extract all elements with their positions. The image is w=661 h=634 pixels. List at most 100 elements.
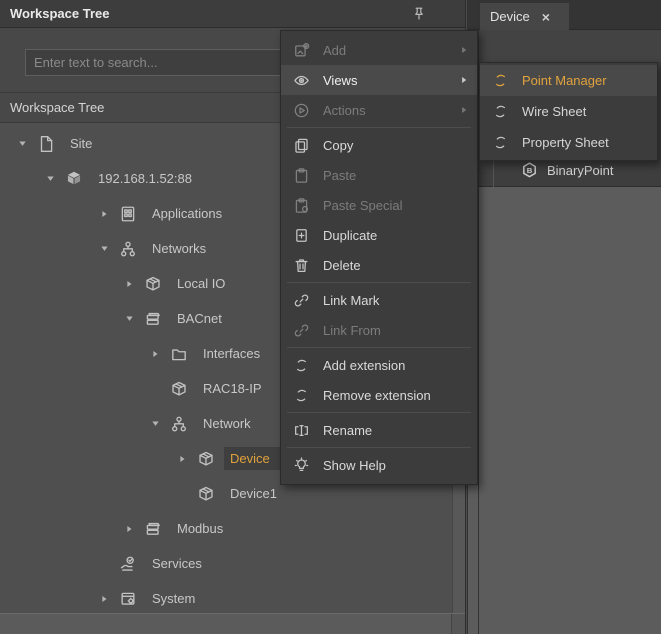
menu-item-label: Views [323, 73, 459, 88]
expander-placeholder [96, 556, 112, 572]
expander-collapsed-icon[interactable] [96, 591, 112, 607]
menu-item-label: Copy [323, 138, 469, 153]
delete-icon [293, 257, 310, 274]
menu-item-views[interactable]: Views [281, 65, 477, 95]
view-toolbar-strip [467, 30, 661, 62]
menu-item-label: Paste [323, 168, 469, 183]
network-icon [119, 240, 137, 258]
menu-item-link-from: Link From [281, 315, 477, 345]
station-icon [65, 170, 83, 188]
tree-item-label: Site [64, 132, 98, 155]
view-cycle-icon [492, 103, 509, 120]
submenu-arrow-icon [459, 105, 469, 115]
rename-icon [293, 422, 310, 439]
menu-item-show-help[interactable]: Show Help [281, 450, 477, 480]
expander-collapsed-icon[interactable] [121, 521, 137, 537]
expander-placeholder [174, 486, 190, 502]
tab-close-icon[interactable]: × [542, 9, 550, 25]
submenu-arrow-icon [459, 45, 469, 55]
context-menu: Add Views Actions Copy Paste Paste Special Dup… [280, 30, 478, 485]
stack-icon [144, 310, 162, 328]
workspace-tree-panel-header: Workspace Tree [0, 0, 465, 28]
menu-item-label: Rename [323, 423, 469, 438]
menu-item-paste-special: Paste Special [281, 190, 477, 220]
menu-item-duplicate[interactable]: Duplicate [281, 220, 477, 250]
expander-expanded-icon[interactable] [14, 136, 30, 152]
tree-item-modbus[interactable]: Modbus [0, 511, 465, 546]
services-icon [119, 555, 137, 573]
menu-item-label: Paste Special [323, 198, 469, 213]
menu-item-copy[interactable]: Copy [281, 130, 477, 160]
eye-icon [293, 72, 310, 89]
menu-item-delete[interactable]: Delete [281, 250, 477, 280]
tree-item-label: System [146, 587, 201, 610]
add-icon [293, 42, 310, 59]
tree-item-label: Device1 [224, 482, 283, 505]
stack-icon [144, 520, 162, 538]
horizontal-scrollbar[interactable] [0, 613, 465, 634]
submenu-item-point-manager[interactable]: Point Manager [480, 65, 657, 96]
menu-item-actions: Actions [281, 95, 477, 125]
tree-item-label: Local IO [171, 272, 231, 295]
menu-separator [287, 412, 471, 413]
menu-separator [287, 347, 471, 348]
duplicate-icon [293, 227, 310, 244]
menu-item-label: Delete [323, 258, 469, 273]
menu-item-paste: Paste [281, 160, 477, 190]
binary-point-icon: B [520, 161, 539, 180]
expander-collapsed-icon[interactable] [174, 451, 190, 467]
expander-expanded-icon[interactable] [147, 416, 163, 432]
menu-item-remove-extension[interactable]: Remove extension [281, 380, 477, 410]
tree-item-services[interactable]: Services [0, 546, 465, 581]
system-icon [119, 590, 137, 608]
tree-item-label: Networks [146, 237, 212, 260]
pin-icon[interactable] [411, 6, 427, 22]
menu-item-label: Add extension [323, 358, 469, 373]
view-cycle-icon [492, 72, 509, 89]
network-icon [170, 415, 188, 433]
device-icon [197, 450, 215, 468]
svg-text:B: B [527, 166, 533, 175]
menu-item-add-extension[interactable]: Add extension [281, 350, 477, 380]
menu-item-label: Link Mark [323, 293, 469, 308]
menu-item-label: Link From [323, 323, 469, 338]
actions-icon [293, 102, 310, 119]
menu-separator [287, 282, 471, 283]
menu-separator [287, 127, 471, 128]
menu-item-label: Remove extension [323, 388, 469, 403]
expander-collapsed-icon[interactable] [147, 346, 163, 362]
extension-icon [293, 357, 310, 374]
menu-item-label: Add [323, 43, 459, 58]
tree-item-system[interactable]: System [0, 581, 465, 613]
menu-item-label: Duplicate [323, 228, 469, 243]
tree-item-label: Modbus [171, 517, 229, 540]
expander-expanded-icon[interactable] [96, 241, 112, 257]
submenu-arrow-icon [459, 75, 469, 85]
submenu-item-label: Wire Sheet [522, 104, 649, 119]
tree-section-title: Workspace Tree [10, 100, 104, 115]
expander-collapsed-icon[interactable] [96, 206, 112, 222]
submenu-item-label: Property Sheet [522, 135, 649, 150]
menu-item-link-mark[interactable]: Link Mark [281, 285, 477, 315]
tree-item-label: 192.168.1.52:88 [92, 167, 198, 190]
copy-icon [293, 137, 310, 154]
expander-expanded-icon[interactable] [42, 171, 58, 187]
view-cycle-icon [492, 134, 509, 151]
tab-device[interactable]: Device × [480, 3, 569, 30]
extension-icon [293, 387, 310, 404]
expander-collapsed-icon[interactable] [121, 276, 137, 292]
applications-icon [119, 205, 137, 223]
tree-item-label: Network [197, 412, 257, 435]
panel-title: Workspace Tree [10, 6, 109, 21]
device-icon [144, 275, 162, 293]
scrollbar-corner [451, 614, 465, 634]
submenu-item-wire-sheet[interactable]: Wire Sheet [480, 96, 657, 127]
submenu-item-property-sheet[interactable]: Property Sheet [480, 127, 657, 158]
expander-expanded-icon[interactable] [121, 311, 137, 327]
menu-item-rename[interactable]: Rename [281, 415, 477, 445]
views-submenu: Point Manager Wire Sheet Property Sheet [479, 62, 658, 161]
paste-special-icon [293, 197, 310, 214]
submenu-item-label: Point Manager [522, 73, 649, 88]
document-icon [37, 135, 55, 153]
menu-item-label: Actions [323, 103, 459, 118]
